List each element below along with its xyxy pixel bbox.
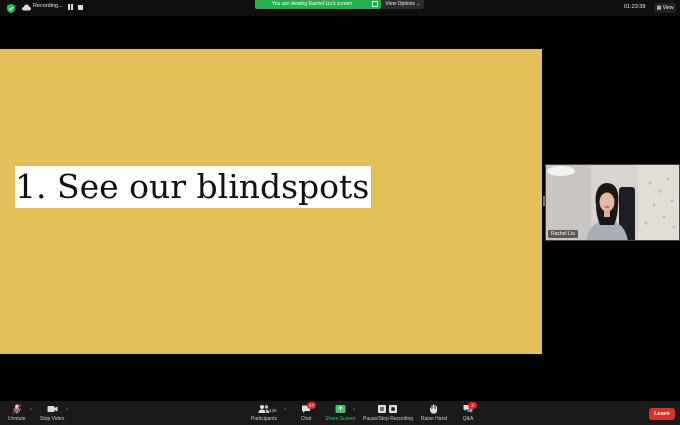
qa-button[interactable]: Q&A 2 bbox=[461, 402, 477, 422]
slide-heading: 1. See our blindspots bbox=[15, 166, 372, 208]
participants-button[interactable]: Participants bbox=[248, 404, 280, 422]
raise-hand-icon bbox=[430, 404, 437, 414]
pause-stop-recording-icon bbox=[378, 405, 397, 413]
view-label: View bbox=[662, 5, 674, 11]
view-options-dropdown[interactable]: View Options ⌄ bbox=[382, 0, 424, 9]
cloud-recording-icon bbox=[22, 4, 31, 11]
participants-options-chevron-icon[interactable]: ⌃ bbox=[283, 408, 287, 414]
viewing-screen-banner: You are viewing Rachel Liu's screen bbox=[255, 0, 381, 9]
chevron-down-icon: ⌄ bbox=[416, 1, 421, 7]
share-options-chevron-icon[interactable]: ⌃ bbox=[352, 408, 356, 414]
shared-screen-slide: 1. See our blindspots bbox=[0, 49, 542, 354]
leave-meeting-button[interactable]: Leave bbox=[649, 408, 675, 420]
microphone-muted-icon bbox=[12, 404, 22, 414]
qa-label: Q&A bbox=[462, 416, 474, 422]
stop-video-button[interactable]: Stop Video bbox=[40, 404, 64, 422]
unmute-label: Unmute bbox=[8, 416, 26, 422]
stop-video-label: Stop Video bbox=[40, 416, 65, 422]
share-screen-button[interactable]: Share Screen bbox=[325, 404, 356, 422]
share-screen-label: Share Screen bbox=[325, 416, 356, 422]
view-button[interactable]: ▦ View bbox=[654, 3, 676, 13]
raise-hand-label: Raise Hand bbox=[421, 416, 448, 422]
qa-unread-badge: 2 bbox=[468, 402, 477, 409]
meeting-timer: 01:23:39 bbox=[624, 4, 646, 10]
participant-name-label: Rachel Liu bbox=[548, 230, 578, 238]
share-screen-icon bbox=[335, 405, 345, 413]
participants-label: Participants bbox=[250, 416, 278, 422]
chat-unread-badge: 47 bbox=[307, 402, 316, 409]
video-camera-icon bbox=[47, 406, 58, 412]
pause-stop-recording-button[interactable]: Pause/Stop Recording bbox=[363, 404, 413, 422]
audio-options-chevron-icon[interactable]: ⌃ bbox=[29, 408, 33, 414]
chat-label: Chat bbox=[300, 416, 312, 422]
screen-share-indicator-icon bbox=[372, 1, 378, 7]
chat-button[interactable]: Chat 47 bbox=[298, 402, 316, 422]
unmute-button[interactable]: Unmute bbox=[8, 404, 26, 422]
stop-recording-button[interactable] bbox=[78, 5, 83, 10]
grid-icon: ▦ bbox=[656, 5, 662, 11]
participant-video-tile[interactable]: Rachel Liu bbox=[545, 164, 680, 241]
meeting-top-bar: Recording... You are viewing Rachel Liu'… bbox=[0, 0, 680, 16]
raise-hand-button[interactable]: Raise Hand bbox=[421, 404, 447, 422]
participants-count: 126 bbox=[269, 408, 277, 413]
security-shield-icon[interactable] bbox=[7, 4, 15, 13]
view-options-label: View Options bbox=[385, 1, 415, 7]
recording-status-label: Recording... bbox=[33, 3, 63, 9]
pause-recording-button[interactable] bbox=[67, 4, 74, 11]
video-options-chevron-icon[interactable]: ⌃ bbox=[65, 408, 69, 414]
pause-stop-recording-label: Pause/Stop Recording bbox=[363, 416, 414, 422]
